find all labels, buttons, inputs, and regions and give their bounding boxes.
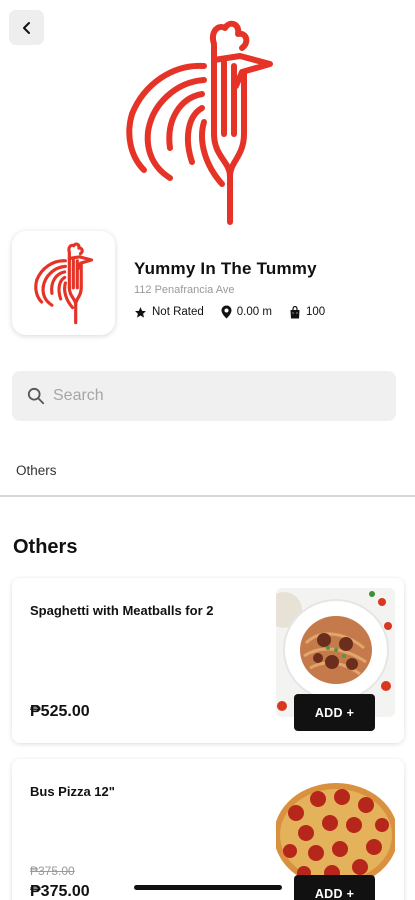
distance-text: 0.00 m (236, 306, 272, 318)
search-icon (27, 387, 45, 405)
store-name: Yummy In The Tummy (134, 259, 317, 278)
product-card-pizza[interactable]: Bus Pizza 12" ₱375.00 ₱375.00 ADD + (12, 759, 404, 900)
search-input[interactable] (53, 387, 353, 405)
back-button[interactable] (9, 10, 44, 45)
bag-count-text: 100 (305, 306, 326, 318)
product-old-price: ₱375.00 (30, 864, 75, 878)
product-name: Bus Pizza 12" (30, 784, 115, 799)
add-button[interactable]: ADD + (294, 694, 375, 731)
product-price: ₱525.00 (30, 703, 90, 720)
store-logo-small (33, 242, 93, 325)
bag-count-item: 100 (289, 305, 326, 319)
tab-divider (0, 495, 415, 497)
product-name: Spaghetti with Meatballs for 2 (30, 603, 214, 618)
rating-item: Not Rated (134, 306, 204, 319)
home-indicator (134, 885, 282, 890)
star-icon (135, 306, 146, 318)
section-title: Others (13, 536, 78, 558)
add-button[interactable]: ADD + (294, 875, 375, 900)
shopping-bag-icon (290, 305, 300, 318)
chevron-left-icon (22, 21, 30, 34)
rating-text: Not Rated (152, 306, 204, 318)
product-card-spaghetti[interactable]: Spaghetti with Meatballs for 2 ₱525.00 A… (12, 578, 404, 743)
location-pin-icon (221, 305, 232, 319)
search-box[interactable] (12, 371, 396, 421)
store-logo-large (126, 20, 273, 225)
tab-others[interactable]: Others (16, 463, 57, 478)
product-price: ₱375.00 (30, 883, 90, 900)
distance-item: 0.00 m (221, 305, 272, 319)
store-meta: Not Rated 0.00 m 100 (134, 305, 342, 319)
store-address: 112 Penafrancia Ave (134, 284, 235, 296)
store-logo-card (12, 231, 115, 335)
